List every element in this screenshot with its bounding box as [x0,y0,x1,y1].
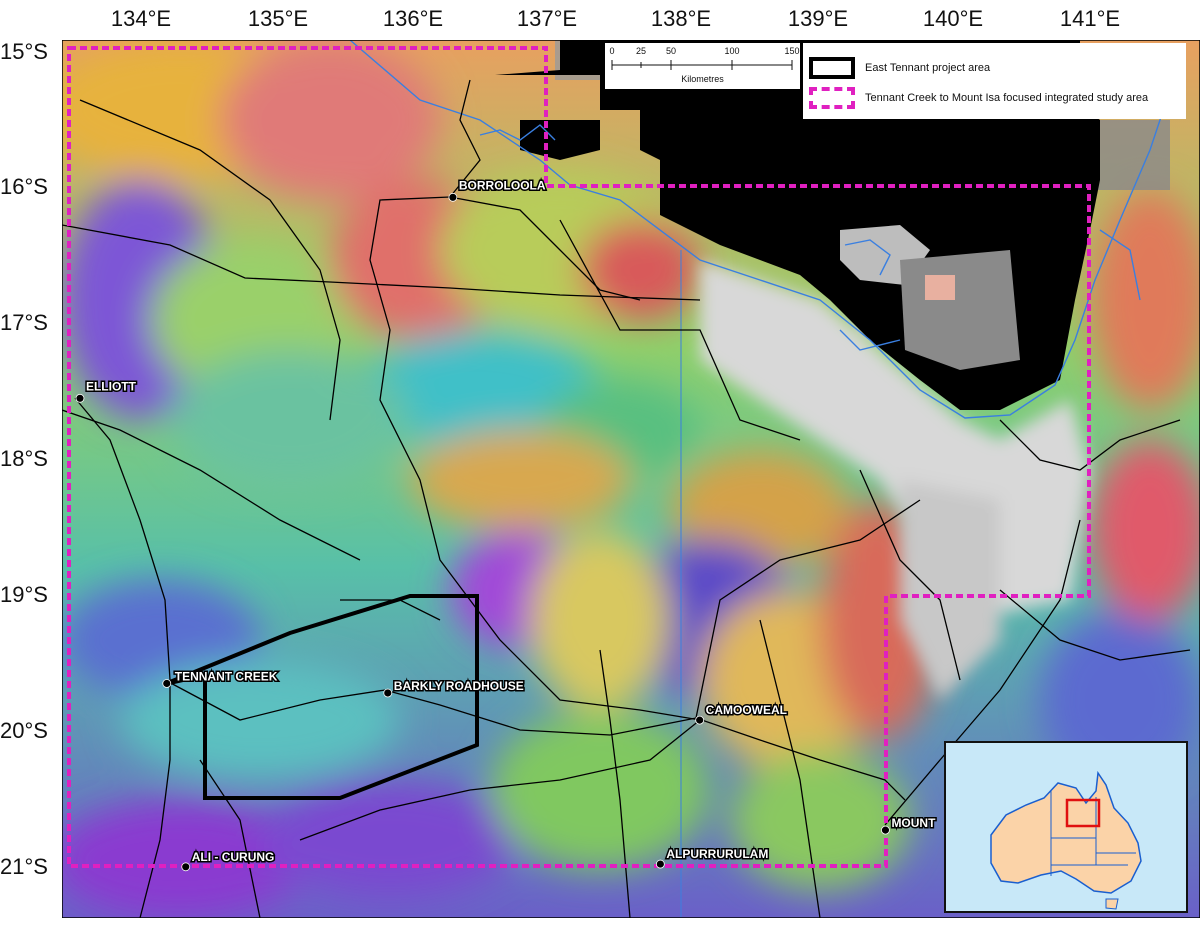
legend-label: Tennant Creek to Mount Isa focused integ… [865,92,1149,104]
locator-inset-map [944,741,1188,913]
lat-tick-label: 19°S [0,582,48,607]
town-label: ELLIOTT [86,379,137,393]
scale-tick-label: 0 [609,46,615,56]
lat-tick-label: 15°S [0,39,48,64]
town-label: TENNANT CREEK [175,669,278,683]
town-marker[interactable] [881,825,890,835]
town-label: MOUNT [891,816,936,830]
town-label: BORROLOOLA [459,178,546,192]
lat-tick-label: 20°S [0,718,48,743]
town-marker[interactable] [162,679,172,688]
scale-tick-label: 150 [784,46,800,56]
lat-tick-label: 17°S [0,310,48,335]
lon-tick-label: 136°E [382,6,444,31]
town-marker[interactable] [75,393,85,403]
map-figure: 134°E 135°E 136°E 137°E 138°E 139°E 140°… [0,0,1200,925]
lon-tick-label: 138°E [650,6,712,31]
town-label: ALI - CURUNG [192,850,275,864]
lon-tick-label: 140°E [922,6,984,31]
town-label: CAMOOWEAL [706,703,787,717]
scale-tick-label: 50 [665,46,677,56]
town-marker[interactable] [655,859,665,869]
town-label: ALPURRURULAM [666,847,768,861]
study-area-swatch [809,87,855,109]
project-area-swatch [809,57,855,79]
town-marker[interactable] [695,715,705,725]
lon-tick-label: 135°E [247,6,309,31]
town-label: BARKLY ROADHOUSE [394,679,524,693]
legend: East Tennant project area Tennant Creek … [803,43,1186,119]
scale-tick-label: 25 [635,46,647,56]
scale-bar: 0 25 50 100 150 Kilometres [605,43,800,89]
scale-unit-label: Kilometres [681,74,724,84]
lon-tick-label: 141°E [1059,6,1121,31]
legend-label: East Tennant project area [865,62,991,74]
lat-tick-label: 18°S [0,446,48,471]
legend-item-project-area: East Tennant project area [809,55,990,81]
lon-tick-label: 137°E [516,6,578,31]
australia-outline [990,770,1142,910]
legend-item-study-area: Tennant Creek to Mount Isa focused integ… [809,85,1148,111]
lat-tick-label: 21°S [0,854,48,879]
lon-tick-label: 139°E [787,6,849,31]
lat-tick-label: 16°S [0,174,48,199]
town-marker[interactable] [181,862,191,872]
town-marker[interactable] [448,192,458,202]
lon-tick-label: 134°E [110,6,172,31]
town-marker[interactable] [383,688,393,698]
scale-tick-label: 100 [724,46,740,56]
